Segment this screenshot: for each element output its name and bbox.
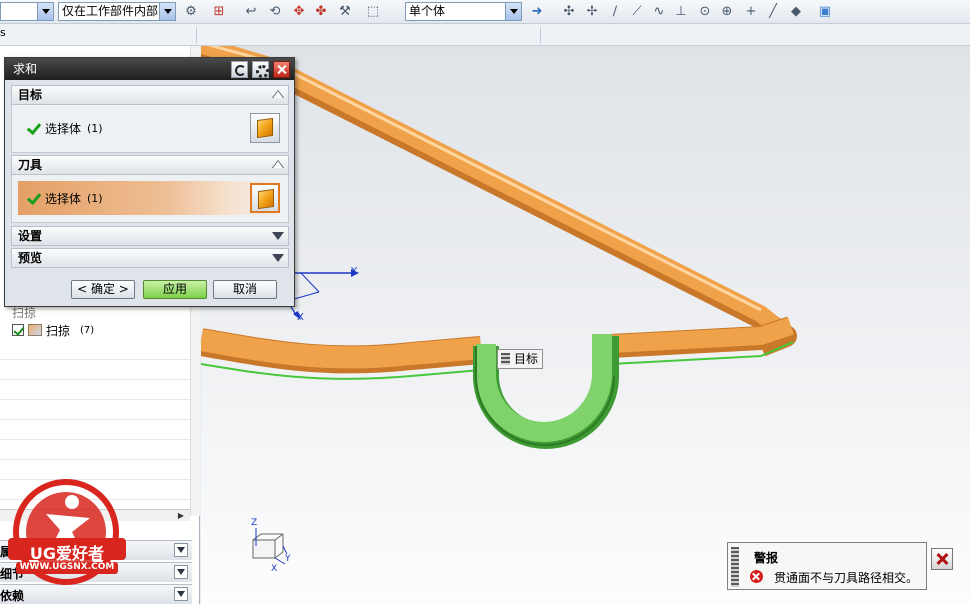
target-tooltip: 目标 [497, 349, 544, 369]
shape-icon[interactable]: ◆ [787, 3, 805, 21]
logo-url: WWW.UGSNX.COM [19, 562, 115, 572]
sweep-feature-icon [28, 324, 42, 336]
line-icon[interactable]: ∕ [606, 3, 624, 21]
main-toolbar: 仅在工作部件内部 ⚙ ⊞ ↩ ⟲ ✥ ✤ ⚒ ⬚ 单个体 ➜ ✣ ✢ ∕ ⟋ ∿… [0, 0, 970, 24]
wcs-y-label: Y [351, 266, 358, 277]
target-select-body-row[interactable]: 选择体 (1) [18, 111, 284, 145]
dialog-titlebar[interactable]: 求和 [5, 58, 294, 80]
copy-move-icon[interactable]: ✤ [312, 3, 330, 21]
secondary-toolbar [0, 24, 970, 46]
triad-z-label: Z [251, 518, 258, 528]
tree-item-label: 扫掠 [46, 323, 71, 338]
selection-mode-combo[interactable]: 单个体 [405, 2, 522, 21]
type-filter-combo[interactable] [0, 2, 54, 21]
visibility-checkbox[interactable] [12, 324, 24, 336]
group-header-preview[interactable]: 预览 [11, 248, 289, 268]
navigator-edge-label: s [0, 26, 6, 39]
chevron-up-icon[interactable] [270, 157, 286, 173]
sweep-right [610, 317, 794, 353]
wcs-x-label: X [297, 312, 304, 323]
graphics-window[interactable]: Y X Z Y X 目标 [201, 46, 970, 604]
chevron-down-icon[interactable] [174, 543, 188, 557]
circle-icon[interactable]: ⊙ [696, 3, 714, 21]
selection-mode-value: 单个体 [409, 4, 446, 18]
model-geometry [201, 46, 797, 565]
group-header-settings[interactable]: 设置 [11, 226, 289, 246]
alert-title: 警报 [754, 551, 779, 565]
point-cross-icon[interactable]: ✣ [560, 3, 578, 21]
filter-settings-icon[interactable]: ⚙ [182, 3, 200, 21]
group-header-target[interactable]: 目标 [11, 85, 289, 105]
line-point-icon[interactable]: ⟋ [628, 3, 646, 21]
logo-mark [8, 479, 126, 585]
alert-message: 贯通面不与刀具路径相交。 [774, 571, 919, 585]
cancel-button[interactable]: 取消 [213, 280, 277, 299]
checkmark-icon [26, 121, 40, 135]
tree-item-count: (7) [80, 324, 95, 336]
tree-item-sweep[interactable]: 扫掠 (7) [12, 322, 94, 338]
apply-button[interactable]: 应用 [143, 280, 207, 299]
ok-button[interactable]: < 确定 > [71, 280, 135, 299]
select-box-icon[interactable]: ⬚ [364, 3, 382, 21]
tool-select-body-row[interactable]: 选择体 (1) [18, 181, 284, 215]
checkmark-icon [26, 191, 40, 205]
drag-handle-icon[interactable] [731, 547, 739, 587]
gear-icon[interactable] [252, 61, 269, 78]
error-icon [750, 570, 763, 583]
target-icon[interactable]: ⊕ [718, 3, 736, 21]
diagonal-icon[interactable]: ╱ [764, 3, 782, 21]
select-body-cube-icon[interactable] [250, 183, 280, 213]
chevron-down-icon[interactable] [270, 250, 286, 266]
chevron-up-icon[interactable] [270, 87, 286, 103]
pattern-icon[interactable]: ⚒ [336, 3, 354, 21]
unite-dialog: 求和 目标 选择体 (1) 刀具 选择体 (1) 设置 预览 < 确定 > 应用 [4, 57, 295, 307]
logo-brand: UG爱好者 [29, 544, 105, 563]
close-icon[interactable] [273, 61, 290, 78]
group-body-target: 选择体 (1) [11, 105, 289, 153]
alert-panel: 警报 贯通面不与刀具路径相交。 [727, 542, 927, 590]
rotate-icon[interactable]: ⟲ [266, 3, 284, 21]
arc-icon[interactable]: ∿ [650, 3, 668, 21]
alert-close-button[interactable] [931, 548, 953, 570]
undo-icon[interactable]: ↩ [242, 3, 260, 21]
chevron-down-icon[interactable] [174, 587, 188, 601]
scope-filter-value: 仅在工作部件内部 [62, 4, 159, 18]
cube-view-icon[interactable]: ▣ [816, 3, 834, 21]
chevron-down-icon[interactable] [270, 228, 286, 244]
dialog-button-row: < 确定 > 应用 取消 [5, 280, 294, 304]
reset-icon[interactable] [231, 61, 248, 78]
move-icon[interactable]: ✥ [290, 3, 308, 21]
triad-x-label: X [271, 564, 278, 574]
ug-fans-logo: UG爱好者 WWW.UGSNX.COM [6, 476, 128, 596]
select-body-cube-icon[interactable] [250, 113, 280, 143]
point-set-icon[interactable]: ✢ [583, 3, 601, 21]
triad-y-label: Y [285, 554, 291, 564]
arrow-right-icon[interactable]: ➜ [528, 3, 546, 21]
scope-filter-combo[interactable]: 仅在工作部件内部 [58, 2, 176, 21]
snap-icon[interactable]: ⊞ [210, 3, 228, 21]
tangent-icon[interactable]: ⊥ [672, 3, 690, 21]
sweep-body-lower [201, 329, 482, 369]
group-body-tool: 选择体 (1) [11, 175, 289, 223]
cross-icon[interactable]: + [742, 3, 760, 21]
group-header-tool[interactable]: 刀具 [11, 155, 289, 175]
dialog-title: 求和 [13, 62, 38, 76]
chevron-down-icon[interactable] [174, 565, 188, 579]
